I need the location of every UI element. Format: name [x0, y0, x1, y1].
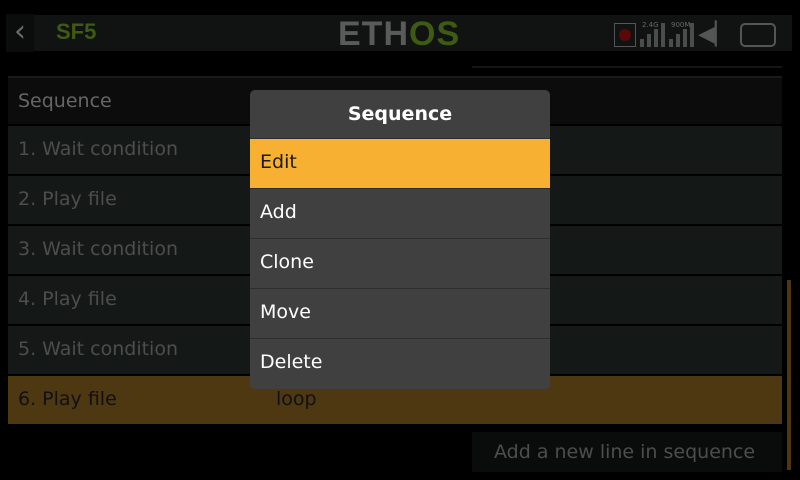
menu-item-clone[interactable]: Clone [250, 239, 550, 289]
speaker-icon: ◀▏ [698, 22, 732, 47]
menu-item-add[interactable]: Add [250, 189, 550, 239]
page-title: SF5 [56, 19, 97, 44]
chevron-left-icon: ‹ [14, 14, 26, 49]
ethos-logo: ETHOS [338, 15, 461, 53]
menu-title: Sequence [250, 90, 550, 139]
menu-item-move[interactable]: Move [250, 289, 550, 339]
scrollbar[interactable] [787, 280, 791, 470]
divider [472, 66, 782, 68]
signal-2-4g-icon: 2.4G [640, 21, 665, 47]
menu-item-delete[interactable]: Delete [250, 339, 550, 389]
battery-icon [739, 23, 776, 47]
record-icon [614, 23, 636, 47]
menu-item-edit[interactable]: Edit [250, 139, 550, 189]
status-area: 2.4G 900M ◀▏ [614, 19, 776, 47]
add-line-button[interactable]: Add a new line in sequence [472, 432, 782, 472]
signal-900m-icon: 900M [669, 21, 694, 47]
back-button[interactable]: ‹ [6, 14, 34, 52]
context-menu: Sequence Edit Add Clone Move Delete [250, 90, 550, 389]
